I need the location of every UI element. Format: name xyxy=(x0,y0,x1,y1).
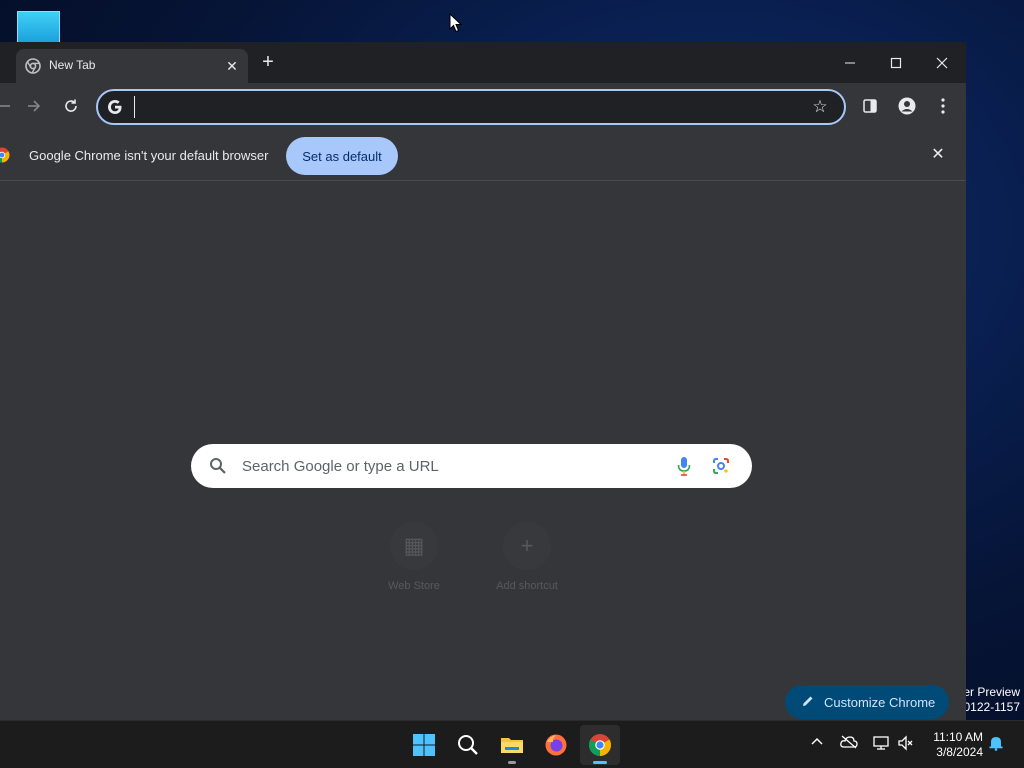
firefox-icon xyxy=(545,734,567,756)
tab-title: New Tab xyxy=(49,58,96,72)
firefox-button[interactable] xyxy=(536,725,576,765)
desktop-shortcut-icon[interactable] xyxy=(17,11,60,44)
onedrive-offline-icon[interactable] xyxy=(840,735,858,753)
minimize-button[interactable] xyxy=(827,42,873,82)
google-g-icon xyxy=(108,100,122,114)
forward-button[interactable] xyxy=(20,92,48,120)
back-button[interactable] xyxy=(0,92,18,120)
new-tab-button[interactable]: + xyxy=(256,51,280,75)
shortcut-web-store[interactable]: ▦ Web Store xyxy=(369,522,459,602)
tab-strip: New Tab ✕ + xyxy=(0,42,966,83)
chrome-window: New Tab ✕ + ☆ Google Chrome isn't your d… xyxy=(0,42,966,720)
clock-time: 11:10 AM xyxy=(933,730,983,744)
address-input[interactable] xyxy=(134,96,794,118)
taskbar-search-button[interactable] xyxy=(448,725,488,765)
file-explorer-button[interactable] xyxy=(492,725,532,765)
toolbar: ☆ xyxy=(0,83,966,129)
side-panel-icon xyxy=(863,99,877,113)
minimize-icon xyxy=(845,62,855,64)
arrow-right-icon xyxy=(28,100,41,112)
tab-edge xyxy=(0,50,14,83)
system-clock[interactable]: 11:10 AM 3/8/2024 xyxy=(927,730,983,760)
default-browser-infobar: Google Chrome isn't your default browser… xyxy=(0,129,966,181)
notification-bell-icon[interactable] xyxy=(987,735,1005,753)
side-panel-button[interactable] xyxy=(856,92,884,120)
web-store-icon: ▦ xyxy=(390,522,438,570)
menu-button[interactable] xyxy=(929,92,957,120)
taskbar: 11:10 AM 3/8/2024 xyxy=(0,720,1024,768)
new-tab-page: Search Google or type a URL ▦ Web Store … xyxy=(0,182,966,720)
network-icon[interactable] xyxy=(872,735,890,753)
close-window-button[interactable] xyxy=(919,42,965,82)
start-button[interactable] xyxy=(404,725,444,765)
plus-icon: + xyxy=(503,522,551,570)
search-icon xyxy=(210,458,226,474)
shortcut-add[interactable]: + Add shortcut xyxy=(482,522,572,602)
watermark-line-2: 0122-1157 xyxy=(963,700,1021,714)
clock-date: 3/8/2024 xyxy=(936,745,983,759)
shortcut-label: Add shortcut xyxy=(496,580,558,592)
reload-icon xyxy=(65,99,77,112)
show-hidden-icons-chevron-icon[interactable] xyxy=(808,735,826,753)
tab-close-icon[interactable]: ✕ xyxy=(222,56,242,76)
microphone-icon[interactable] xyxy=(676,456,692,476)
more-vert-icon xyxy=(941,98,945,114)
arrow-left-icon xyxy=(0,104,10,107)
infobar-message: Google Chrome isn't your default browser xyxy=(29,148,269,163)
folder-icon xyxy=(501,738,523,753)
chrome-favicon-icon xyxy=(25,58,41,74)
search-placeholder: Search Google or type a URL xyxy=(242,458,439,475)
reload-button[interactable] xyxy=(57,92,85,120)
tab-new-tab[interactable]: New Tab ✕ xyxy=(16,49,248,83)
profile-avatar-icon xyxy=(898,97,916,115)
windows-logo-icon xyxy=(413,734,435,756)
shortcut-label: Web Store xyxy=(388,580,440,592)
customize-chrome-button[interactable]: Customize Chrome xyxy=(785,685,949,719)
chrome-logo-icon xyxy=(0,147,10,163)
maximize-button[interactable] xyxy=(873,42,919,82)
search-icon xyxy=(458,735,478,755)
address-bar[interactable]: ☆ xyxy=(96,89,846,125)
customize-label: Customize Chrome xyxy=(824,695,936,710)
chrome-icon xyxy=(589,734,611,756)
chrome-taskbar-button[interactable] xyxy=(580,725,620,765)
windows-watermark: er Preview 0122-1157 xyxy=(963,685,1020,715)
maximize-icon xyxy=(890,58,902,69)
google-lens-icon[interactable] xyxy=(712,457,730,475)
watermark-line-1: er Preview xyxy=(963,685,1020,699)
running-indicator xyxy=(508,761,516,764)
desktop: er Preview 0122-1157 New Tab ✕ + ☆ Googl… xyxy=(0,0,1024,768)
infobar-close-icon[interactable]: ✕ xyxy=(928,145,948,165)
mouse-cursor-icon xyxy=(449,13,463,33)
active-indicator xyxy=(593,761,607,764)
set-as-default-button[interactable]: Set as default xyxy=(286,137,398,175)
pencil-icon xyxy=(803,696,813,706)
profile-button[interactable] xyxy=(893,92,921,120)
ntp-search-box[interactable]: Search Google or type a URL xyxy=(191,444,752,488)
close-icon xyxy=(936,57,948,69)
bookmark-star-icon[interactable]: ☆ xyxy=(810,97,830,117)
volume-muted-icon[interactable] xyxy=(897,735,915,753)
